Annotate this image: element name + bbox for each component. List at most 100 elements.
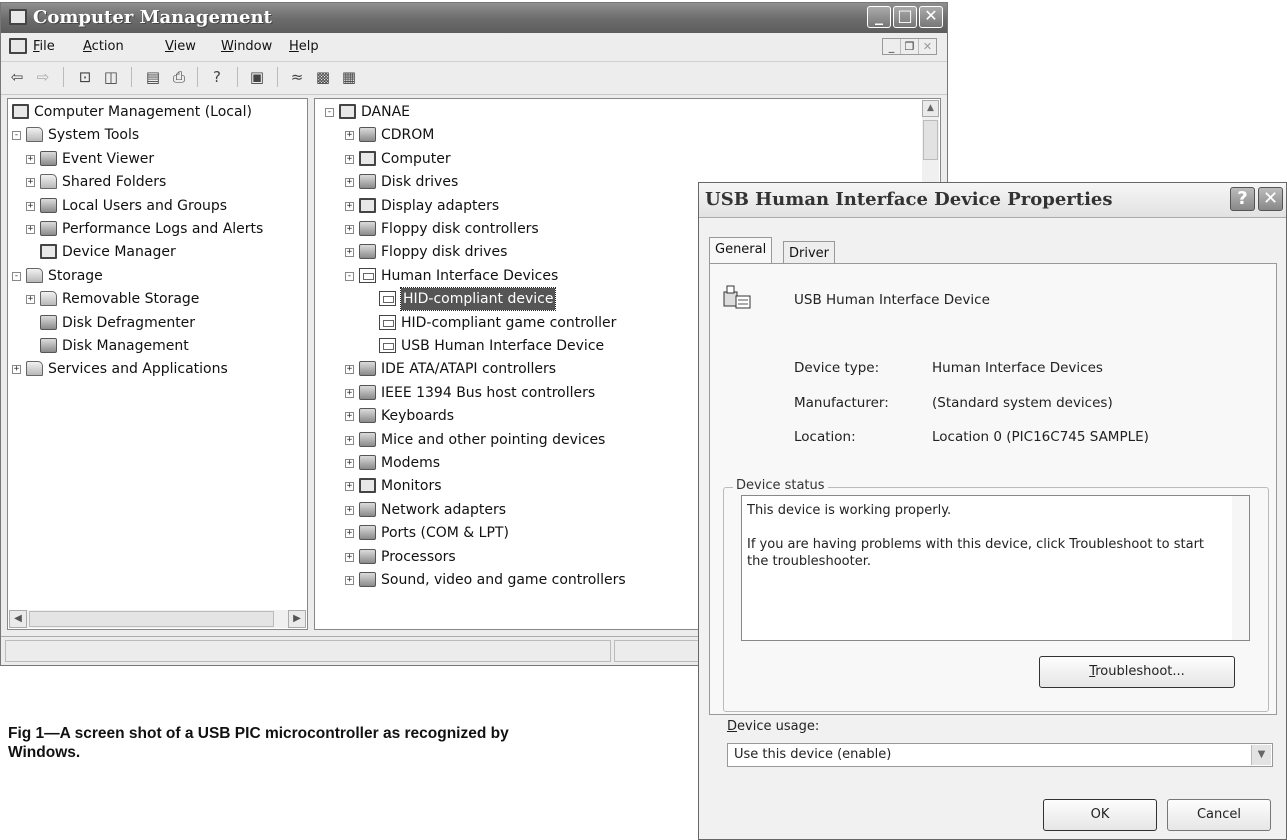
expand-icon[interactable]: + — [345, 225, 354, 234]
expand-icon[interactable]: + — [345, 248, 354, 258]
device-type-label: Device type: — [794, 360, 880, 376]
menu-view[interactable]: View — [165, 39, 196, 54]
title-bar[interactable]: Computer Management _ □ ✕ — [1, 3, 947, 33]
floppy-controller-icon — [359, 221, 376, 236]
mdi-restore-button[interactable]: ❐ — [901, 39, 919, 54]
expand-icon[interactable]: + — [345, 178, 354, 188]
tree-item-removable-storage[interactable]: + Removable Storage — [8, 288, 307, 310]
mdi-close-button[interactable]: ✕ — [919, 39, 936, 54]
expand-icon[interactable]: + — [26, 201, 35, 211]
tree-item-local-users-and-groups[interactable]: + Local Users and Groups — [8, 195, 307, 217]
dialog-title-bar[interactable]: USB Human Interface Device Properties ? … — [699, 183, 1286, 218]
menu-help[interactable]: Help — [289, 39, 319, 54]
network-adapter-icon — [359, 501, 376, 517]
tree-item-event-viewer[interactable]: + Event Viewer — [8, 148, 307, 170]
tree-item-disk-management[interactable]: Disk Management — [8, 335, 307, 357]
expand-icon[interactable]: + — [26, 178, 35, 188]
expand-icon[interactable]: + — [345, 388, 354, 398]
expand-icon[interactable]: + — [345, 529, 354, 539]
tree-item-system-tools[interactable]: - System Tools — [8, 124, 307, 146]
update-driver-icon[interactable]: ▩ — [313, 68, 333, 86]
uninstall-icon[interactable]: ▦ — [339, 68, 359, 86]
expand-icon[interactable]: + — [345, 576, 354, 585]
scroll-right-button[interactable]: ▶ — [288, 610, 306, 628]
tree-item-performance-logs-and-alerts[interactable]: + Performance Logs and Alerts — [8, 218, 307, 240]
expand-icon[interactable]: + — [345, 154, 354, 164]
ok-button[interactable]: OK — [1043, 799, 1157, 831]
tree-item-computer[interactable]: + Computer — [315, 148, 940, 170]
tree-item-storage[interactable]: - Storage — [8, 265, 307, 287]
hid-icon — [359, 267, 376, 283]
expand-icon[interactable]: + — [345, 505, 354, 515]
device-name: USB Human Interface Device — [794, 292, 990, 308]
dialog-close-button[interactable]: ✕ — [1258, 187, 1283, 211]
expand-icon[interactable]: + — [345, 482, 354, 492]
device-usage-label: Device usage: — [727, 719, 820, 734]
device-manager-icon[interactable]: ▣ — [247, 68, 267, 86]
back-icon[interactable]: ⇦ — [7, 68, 27, 86]
console-tree-pane[interactable]: ◀ ▶ Computer Management (Local) - System T… — [7, 98, 308, 630]
collapse-icon[interactable]: - — [12, 271, 21, 281]
tree-item-device-manager[interactable]: Device Manager — [8, 241, 307, 263]
menu-window[interactable]: Window — [221, 39, 272, 54]
expand-icon[interactable]: + — [26, 225, 35, 234]
expand-icon[interactable]: + — [345, 552, 354, 562]
tree-item-label: Keyboards — [381, 408, 455, 425]
scan-hardware-icon[interactable]: ≈ — [287, 68, 307, 86]
tab-general[interactable]: General — [709, 237, 773, 265]
maximize-button[interactable]: □ — [893, 6, 917, 28]
tree-item-label: Shared Folders — [62, 174, 167, 191]
help-icon[interactable]: ? — [207, 68, 227, 86]
minimize-button[interactable]: _ — [867, 6, 891, 28]
troubleshoot-button[interactable]: Troubleshoot... — [1039, 656, 1235, 688]
expand-icon[interactable]: + — [26, 154, 35, 164]
cancel-button[interactable]: Cancel — [1167, 799, 1271, 831]
properties-icon[interactable]: ▤ — [143, 68, 163, 86]
system-menu-icon[interactable] — [9, 38, 27, 54]
tree-item-label: HID-compliant device — [399, 287, 557, 312]
tree-item-computer-management-local[interactable]: Computer Management (Local) — [8, 101, 307, 123]
horizontal-scrollbar[interactable]: ◀ ▶ — [9, 610, 306, 628]
tree-item-danae[interactable]: - DANAE — [315, 101, 940, 123]
tree-item-cdrom[interactable]: + CDROM — [315, 124, 940, 146]
up-folder-icon[interactable]: ⊡ — [75, 68, 95, 86]
menu-action[interactable]: Action — [83, 39, 124, 54]
print-icon[interactable]: ⎙ — [169, 68, 189, 86]
expand-icon[interactable]: + — [345, 435, 354, 445]
expand-icon[interactable]: + — [345, 365, 354, 375]
status-scrollbar[interactable] — [1232, 496, 1249, 640]
tree-item-label: System Tools — [48, 127, 140, 144]
hid-icon — [379, 291, 396, 307]
hid-icon — [379, 314, 396, 330]
tree-item-shared-folders[interactable]: + Shared Folders — [8, 171, 307, 193]
location-value: Location 0 (PIC16C745 SAMPLE) — [932, 429, 1149, 445]
expand-icon[interactable]: + — [345, 131, 354, 141]
device-usage-select[interactable]: Use this device (enable) ▼ — [727, 743, 1273, 767]
tree-item-label: Monitors — [381, 478, 442, 495]
mdi-minimize-button[interactable]: _ — [883, 39, 901, 54]
expand-icon[interactable]: + — [345, 459, 354, 468]
device-status-text[interactable]: This device is working properly. If you … — [741, 495, 1250, 641]
tree-item-label: Modems — [381, 455, 441, 471]
expand-icon[interactable]: + — [345, 412, 354, 422]
tree-item-disk-defragmenter[interactable]: Disk Defragmenter — [8, 312, 307, 334]
modem-icon — [359, 455, 376, 470]
help-button[interactable]: ? — [1230, 187, 1255, 211]
forward-icon[interactable]: ⇨ — [33, 68, 53, 86]
close-button[interactable]: ✕ — [919, 6, 943, 28]
expand-icon[interactable]: + — [345, 201, 354, 211]
scroll-thumb[interactable] — [29, 611, 274, 627]
expand-icon[interactable]: + — [26, 295, 35, 305]
tree-item-services-and-applications[interactable]: + Services and Applications — [8, 358, 307, 380]
collapse-icon[interactable]: - — [345, 271, 354, 281]
tree-item-label: Removable Storage — [62, 291, 200, 308]
expand-icon[interactable]: + — [12, 365, 21, 375]
show-hide-tree-icon[interactable]: ◫ — [101, 68, 121, 86]
menu-file[interactable]: File — [33, 39, 55, 54]
users-icon — [40, 197, 57, 213]
scroll-left-button[interactable]: ◀ — [9, 610, 27, 628]
chevron-down-icon[interactable]: ▼ — [1251, 745, 1271, 765]
collapse-icon[interactable]: - — [12, 131, 21, 141]
collapse-icon[interactable]: - — [325, 108, 334, 117]
computer-icon — [359, 150, 376, 166]
